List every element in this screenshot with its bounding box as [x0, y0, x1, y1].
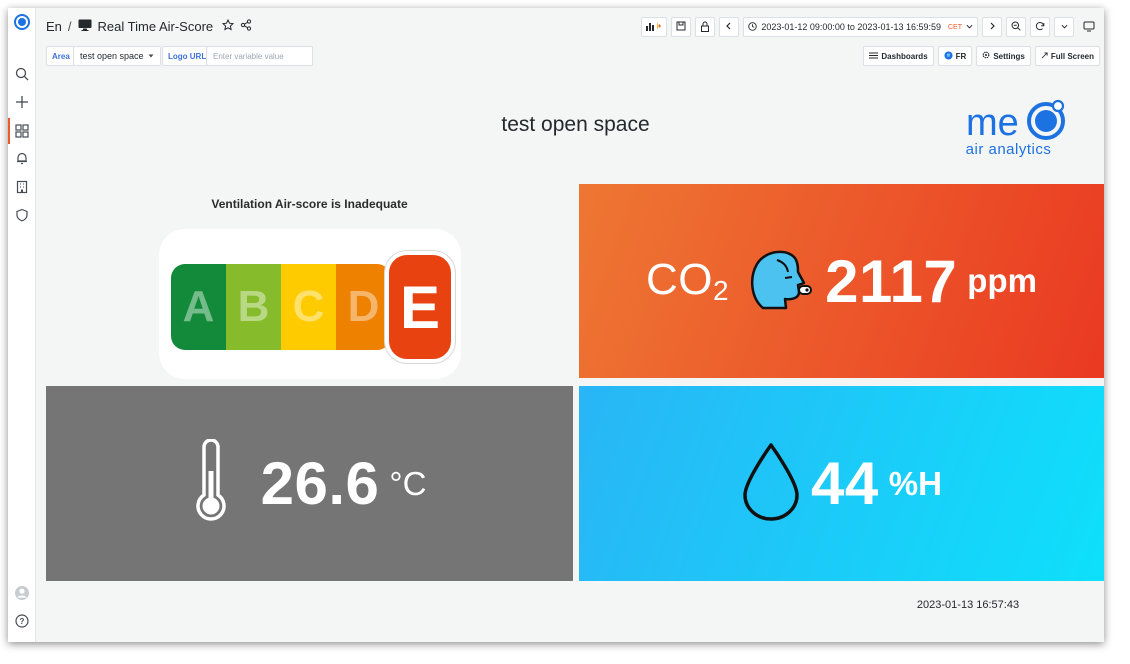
co2-label-text: CO	[646, 255, 714, 304]
chevron-left-icon	[725, 22, 733, 32]
page-title: test open space	[501, 113, 650, 136]
air-score-card: A B C D E	[159, 229, 461, 379]
breadcrumb-org[interactable]: En	[46, 19, 62, 34]
sidebar: ?	[8, 8, 36, 642]
full-screen-link[interactable]: Full Screen	[1034, 46, 1100, 66]
brand-logo-subtitle: air analytics	[965, 141, 1052, 158]
air-score-title: Ventilation Air-score is Inadequate	[211, 197, 408, 211]
breadcrumb: En / Real Time Air-Score	[46, 18, 252, 34]
refresh-interval-dropdown[interactable]	[1054, 17, 1074, 37]
settings-link[interactable]: Settings	[976, 46, 1031, 66]
tv-icon	[1083, 21, 1095, 34]
expand-icon	[1041, 51, 1048, 61]
co2-unit: ppm	[967, 262, 1037, 299]
user-icon[interactable]	[12, 583, 32, 603]
grade-selected: E	[385, 251, 455, 363]
area-variable-value: test open space	[80, 51, 144, 61]
lock-button[interactable]	[695, 17, 716, 37]
area-variable-select[interactable]: test open space	[73, 46, 161, 66]
temperature-value: 26.6	[260, 450, 380, 517]
thermometer-icon	[193, 438, 229, 528]
dashboards-link-label: Dashboards	[881, 51, 928, 61]
gear-icon	[982, 51, 990, 61]
time-range-text: 2023-01-12 09:00:00 to 2023-01-13 16:59:…	[761, 22, 941, 32]
logo-url-variable-label: Logo URL	[162, 46, 213, 66]
grade-a: A	[171, 264, 226, 350]
full-screen-link-label: Full Screen	[1050, 51, 1094, 61]
logo-url-input[interactable]	[206, 46, 313, 66]
fr-link-label: FR	[955, 51, 967, 61]
variables-bar: Area test open space Logo URL Dashboards…	[36, 46, 1104, 68]
grade-d: D	[336, 264, 391, 350]
list-icon	[869, 52, 879, 61]
settings-link-label: Settings	[993, 51, 1025, 61]
co2-label: CO2	[646, 255, 729, 307]
zoom-out-button[interactable]	[1006, 17, 1026, 37]
add-panel-icon	[646, 21, 662, 33]
plus-icon[interactable]	[12, 92, 32, 112]
area-variable-label: Area	[46, 46, 76, 66]
co2-value: 2117	[825, 247, 958, 315]
grafana-logo-icon[interactable]	[12, 12, 32, 32]
humidity-value: 44	[811, 450, 879, 517]
save-dashboard-button[interactable]	[671, 17, 692, 37]
last-update-timestamp: 2023-01-13 16:57:43	[916, 599, 1020, 611]
temperature-unit: °C	[389, 464, 427, 502]
shield-icon[interactable]	[12, 205, 32, 225]
help-icon[interactable]: ?	[12, 611, 32, 631]
refresh-icon	[1035, 21, 1045, 33]
globe-icon	[944, 50, 953, 62]
zoom-out-icon	[1011, 21, 1021, 33]
time-shift-forward-button[interactable]	[982, 17, 1002, 37]
timezone-badge: CET	[948, 23, 962, 31]
dashboard-links: Dashboards FR Settings Full Screen	[863, 46, 1100, 66]
grafana-window: ? En / Real Time Air-Score 2023-01-12 09…	[8, 8, 1104, 642]
building-icon[interactable]	[12, 177, 32, 197]
dashboards-link[interactable]: Dashboards	[863, 46, 934, 66]
top-navbar: En / Real Time Air-Score 2023-01-12 09:0…	[36, 8, 1104, 46]
clock-icon	[748, 21, 758, 33]
brand-logo-mark: me	[966, 99, 1065, 144]
breadcrumb-separator: /	[67, 19, 72, 34]
caret-down-icon	[148, 51, 154, 61]
co2-label-subscript: 2	[713, 275, 730, 306]
tv-mode-button[interactable]	[1078, 17, 1100, 37]
monitor-icon	[78, 19, 92, 34]
humidity-unit: %H	[888, 464, 942, 502]
temperature-panel: 26.6 °C	[46, 386, 573, 581]
air-score-scale: A B C D	[171, 264, 391, 350]
brand-logo-text: me	[966, 102, 1019, 142]
dashboards-icon[interactable]	[12, 121, 32, 141]
grade-b: B	[226, 264, 281, 350]
share-icon[interactable]	[240, 19, 252, 34]
fr-link[interactable]: FR	[937, 46, 973, 66]
time-shift-back-button[interactable]	[719, 17, 740, 37]
chevron-right-icon	[988, 22, 996, 32]
water-drop-icon	[741, 441, 801, 526]
co2-panel: CO2 2117 ppm	[579, 184, 1104, 378]
search-icon[interactable]	[12, 64, 32, 84]
dashboard-title[interactable]: Real Time Air-Score	[98, 19, 214, 34]
add-panel-button[interactable]	[641, 17, 668, 37]
grade-c: C	[281, 264, 336, 350]
svg-text:?: ?	[20, 617, 25, 626]
save-icon	[676, 21, 686, 33]
chevron-down-icon	[1061, 22, 1068, 32]
brand-logo: me air analytics	[946, 92, 1086, 164]
bell-icon[interactable]	[12, 148, 32, 168]
dashboard-toolbar: 2023-01-12 09:00:00 to 2023-01-13 16:59:…	[641, 17, 1100, 37]
lock-icon	[700, 21, 710, 34]
refresh-button[interactable]	[1030, 17, 1050, 37]
chevron-down-icon	[966, 22, 973, 32]
breathing-head-icon	[747, 248, 815, 315]
time-range-picker[interactable]: 2023-01-12 09:00:00 to 2023-01-13 16:59:…	[743, 17, 978, 37]
sidebar-active-indicator	[8, 118, 10, 144]
star-icon[interactable]	[221, 18, 235, 34]
humidity-panel: 44 %H	[579, 386, 1104, 581]
